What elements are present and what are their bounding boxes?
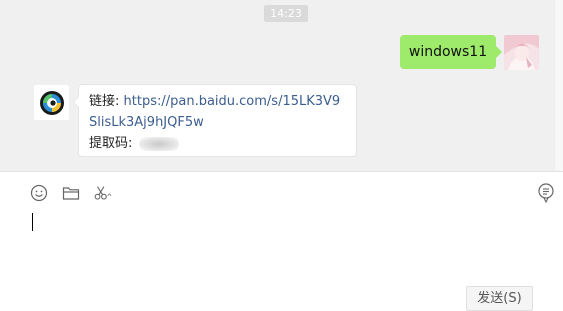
extraction-code-blurred xyxy=(138,136,179,151)
contact-avatar[interactable] xyxy=(34,85,69,120)
message-timestamp: 14:23 xyxy=(264,5,308,22)
extraction-code-label: 提取码: xyxy=(89,136,137,151)
share-link-part1[interactable]: https://pan.baidu.com/s/15LK3V9 xyxy=(124,94,341,109)
input-divider xyxy=(0,171,563,172)
share-link-part2[interactable]: SlisLk3Aj9hJQF5w xyxy=(89,115,204,130)
folder-icon[interactable] xyxy=(61,183,81,203)
avatar-image xyxy=(504,35,539,70)
send-button[interactable]: 发送(S) xyxy=(466,286,533,311)
code-line: 提取码: xyxy=(89,133,356,154)
link-line-2: SlisLk3Aj9hJQF5w xyxy=(89,112,356,133)
chat-history-icon[interactable] xyxy=(536,183,556,203)
emoji-icon[interactable] xyxy=(29,183,49,203)
link-prefix: 链接: xyxy=(89,94,124,109)
scissors-icon[interactable] xyxy=(93,183,113,203)
incoming-message-bubble[interactable]: 链接: https://pan.baidu.com/s/15LK3V9 Slis… xyxy=(73,84,357,157)
link-line: 链接: https://pan.baidu.com/s/15LK3V9 xyxy=(89,91,356,112)
chat-window: 14:23 windows11 链接: https://pan.baidu.co… xyxy=(0,0,563,311)
outgoing-message-bubble[interactable]: windows11 xyxy=(400,35,502,69)
contact-avatar-logo xyxy=(39,90,64,115)
message-area[interactable]: 14:23 windows11 链接: https://pan.baidu.co… xyxy=(0,0,563,171)
text-cursor xyxy=(32,213,33,231)
my-avatar[interactable] xyxy=(504,35,539,70)
message-input[interactable] xyxy=(0,205,563,285)
message-scrollbar[interactable] xyxy=(555,0,563,171)
